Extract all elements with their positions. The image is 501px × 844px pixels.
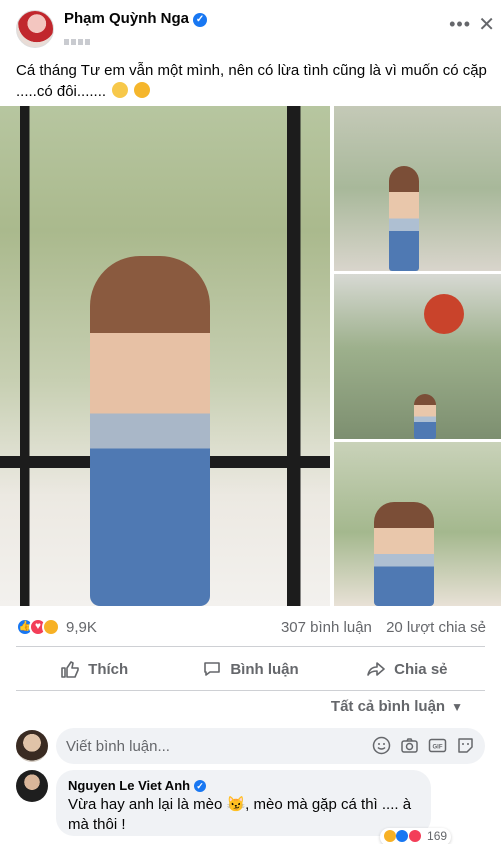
- chevron-down-icon: ▼: [451, 700, 463, 714]
- comments-filter-label: Tất cả bình luận: [330, 698, 446, 715]
- close-button[interactable]: ✕: [478, 12, 495, 37]
- photo-main[interactable]: [0, 106, 330, 606]
- love-icon: [408, 830, 421, 842]
- comment-reactions[interactable]: 169: [380, 828, 452, 844]
- person-figure: [389, 166, 419, 271]
- person-figure: [414, 394, 436, 439]
- action-bar: Thích Bình luận Chia sẻ: [16, 650, 485, 688]
- like-icon: [396, 830, 409, 842]
- thumbs-up-icon: [61, 661, 79, 678]
- photo-top-right[interactable]: [334, 106, 501, 271]
- share-label: Chia sẻ: [394, 660, 448, 678]
- current-user-avatar[interactable]: [16, 730, 48, 762]
- person-figure: [374, 502, 434, 606]
- like-button[interactable]: Thích: [16, 650, 172, 688]
- comment-input[interactable]: [66, 728, 366, 764]
- author-name[interactable]: Phạm Quỳnh Nga ✓: [64, 10, 208, 27]
- haha-icon: [384, 830, 396, 842]
- person-figure: [90, 256, 210, 606]
- comment-reaction-count: 169: [427, 829, 448, 843]
- like-label: Thích: [88, 660, 129, 678]
- comment-button[interactable]: Bình luận: [172, 650, 328, 688]
- commenter-name-text[interactable]: Nguyen Le Viet Anh: [68, 778, 190, 793]
- photo-bottom-right[interactable]: [334, 442, 501, 606]
- comments-filter-dropdown[interactable]: Tất cả bình luận ▼: [331, 698, 463, 715]
- camera-icon[interactable]: [400, 736, 419, 755]
- verified-badge-icon: ✓: [194, 780, 207, 792]
- svg-text:GIF: GIF: [433, 745, 443, 751]
- comment-text: Vừa hay anh lại là mèo 😼, mèo mà gặp cá …: [68, 796, 412, 833]
- share-count[interactable]: 20 lượt chia sẻ: [386, 619, 486, 636]
- post-header: Phạm Quỳnh Nga ✓ ••• ✕: [0, 0, 501, 52]
- photo-middle-right[interactable]: [334, 274, 501, 439]
- composer-icons: GIF: [372, 736, 475, 755]
- comment-bubble: Nguyen Le Viet Anh ✓ Vừa hay anh lại là m…: [56, 770, 431, 836]
- post-meta-blurred: [64, 32, 124, 45]
- sticker-icon[interactable]: [456, 736, 475, 755]
- verified-badge-icon: ✓: [193, 13, 208, 27]
- commenter-avatar[interactable]: [16, 770, 48, 802]
- gif-icon[interactable]: GIF: [428, 736, 447, 755]
- divider: [16, 690, 485, 691]
- share-icon: [367, 662, 385, 676]
- comment-composer[interactable]: GIF: [56, 728, 485, 764]
- author-avatar[interactable]: [16, 10, 54, 48]
- post-text-content: Cá tháng Tư em vẫn một mình, nên có lừa …: [16, 62, 487, 100]
- emoji-icon[interactable]: [372, 736, 391, 755]
- comment-count[interactable]: 307 bình luận: [281, 619, 372, 636]
- smiling-face-with-hearts-icon: [112, 82, 129, 98]
- reaction-summary[interactable]: 👍 ♥ 9,9K 307 bình luận 20 lượt chia sẻ: [16, 616, 486, 638]
- reaction-count[interactable]: 9,9K: [66, 619, 97, 636]
- post-text: Cá tháng Tư em vẫn một mình, nên có lừa …: [16, 60, 491, 102]
- more-options-button[interactable]: •••: [449, 14, 471, 35]
- photo-gallery: [0, 106, 501, 606]
- commenter-name[interactable]: Nguyen Le Viet Anh ✓: [68, 778, 419, 793]
- lantern: [424, 294, 464, 334]
- comment-label: Bình luận: [230, 660, 299, 678]
- divider: [16, 646, 485, 647]
- comment-icon: [204, 662, 221, 676]
- share-button[interactable]: Chia sẻ: [329, 650, 485, 688]
- star-struck-icon: [134, 82, 151, 98]
- care-icon: [42, 618, 60, 636]
- post-stats: 307 bình luận 20 lượt chia sẻ: [271, 619, 486, 636]
- author-name-text[interactable]: Phạm Quỳnh Nga: [64, 10, 189, 27]
